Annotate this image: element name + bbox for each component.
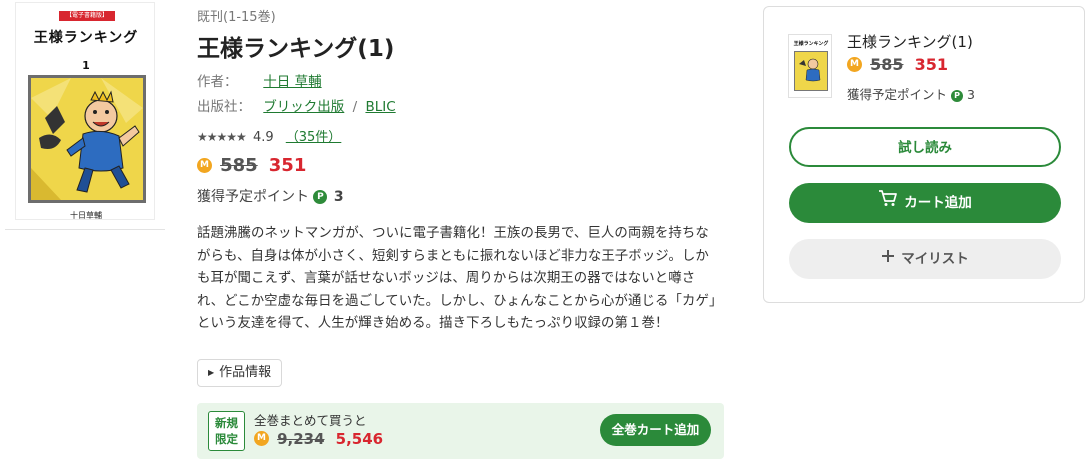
original-price: 585	[220, 155, 258, 176]
bundle-original-price: 9,234	[277, 429, 325, 448]
series-info: 既刊(1-15巻)	[197, 10, 276, 25]
bundle-price: M 9,234 5,546	[254, 428, 383, 448]
author-row: 作者： 十日 草輔	[197, 70, 322, 90]
mylist-label: マイリスト	[901, 251, 969, 267]
points-icon: P	[951, 89, 963, 102]
caret-right-icon: ▶	[208, 368, 215, 377]
trial-read-button[interactable]: 試し読み	[789, 127, 1061, 167]
add-to-cart-label: カート追加	[904, 195, 972, 211]
add-to-mylist-button[interactable]: マイリスト	[789, 239, 1061, 279]
plus-icon	[881, 239, 895, 279]
bundle-sale-price: 5,546	[335, 429, 384, 448]
panel-points: 獲得予定ポイント P 3	[847, 84, 975, 103]
author-label: 作者：	[197, 74, 238, 90]
imprint-link[interactable]: BLIC	[365, 99, 395, 115]
coin-icon: M	[847, 57, 862, 72]
thumb-illustration	[794, 51, 828, 91]
publisher-label: 出版社：	[197, 99, 251, 115]
new-limited-tag: 新規 限定	[208, 411, 245, 451]
points-value: 3	[333, 189, 344, 205]
page-title: 王様ランキング(1)	[197, 36, 395, 62]
star-icon: ★★★★★	[197, 130, 247, 144]
rating: ★★★★★ 4.9 （35件）	[197, 126, 341, 145]
cart-icon	[878, 183, 898, 223]
cover-illustration	[28, 75, 146, 203]
panel-thumbnail: 王様ランキング	[788, 34, 832, 98]
bundle-label: 全巻まとめて買うと	[254, 413, 367, 428]
price: M 585 351	[197, 155, 306, 176]
panel-points-label: 獲得予定ポイント	[847, 87, 948, 102]
description: 話題沸騰のネットマンガが、ついに電子書籍化！王族の長男で、巨人の両親を持ちながら…	[197, 226, 716, 332]
publisher-row: 出版社： ブリック出版 / BLIC	[197, 95, 396, 115]
work-info-label: 作品情報	[219, 365, 272, 380]
cover-badge: 【電子書籍版】	[59, 11, 115, 21]
new-tag-line1: 新規	[215, 416, 238, 430]
sale-price: 351	[268, 155, 307, 176]
add-all-to-cart-button[interactable]: 全巻カート追加	[600, 414, 711, 446]
coin-icon: M	[254, 431, 269, 446]
work-info-button[interactable]: ▶ 作品情報	[197, 359, 283, 387]
cover-volume: 1	[82, 59, 90, 72]
panel-original-price: 585	[870, 55, 904, 74]
cover-title: 王様ランキング	[33, 30, 139, 46]
panel-sale-price: 351	[914, 55, 948, 74]
cover-illustration-graphic	[31, 78, 143, 200]
points-icon: P	[313, 190, 328, 204]
bundle-offer: 新規 限定 全巻まとめて買うと M 9,234 5,546 全巻カート追加	[197, 403, 724, 459]
publisher-separator: /	[352, 99, 358, 115]
thumb-illustration-graphic	[795, 52, 827, 90]
panel-price: M 585 351	[847, 54, 948, 74]
purchase-panel: 王様ランキング 王様ランキング(1) M 585 351 獲得予定ポイント P …	[763, 6, 1085, 303]
cover-image[interactable]: 【電子書籍版】 王様ランキング 1 十日草輔	[15, 2, 155, 220]
panel-points-value: 3	[966, 87, 975, 102]
publisher-link[interactable]: ブリック出版	[263, 99, 344, 115]
rating-value: 4.9	[252, 130, 274, 145]
author-link[interactable]: 十日 草輔	[263, 74, 321, 90]
cover-container: 【電子書籍版】 王様ランキング 1 十日草輔	[5, 0, 165, 230]
new-tag-line2: 限定	[215, 432, 238, 446]
thumb-title: 王様ランキング	[793, 41, 829, 47]
review-count-link[interactable]: （35件）	[286, 130, 342, 145]
cover-author: 十日草輔	[70, 211, 102, 220]
coin-icon: M	[197, 158, 212, 173]
panel-title: 王様ランキング(1)	[847, 33, 973, 51]
add-to-cart-button[interactable]: カート追加	[789, 183, 1061, 223]
points: 獲得予定ポイント P 3	[197, 186, 344, 206]
points-label: 獲得予定ポイント	[197, 189, 309, 205]
